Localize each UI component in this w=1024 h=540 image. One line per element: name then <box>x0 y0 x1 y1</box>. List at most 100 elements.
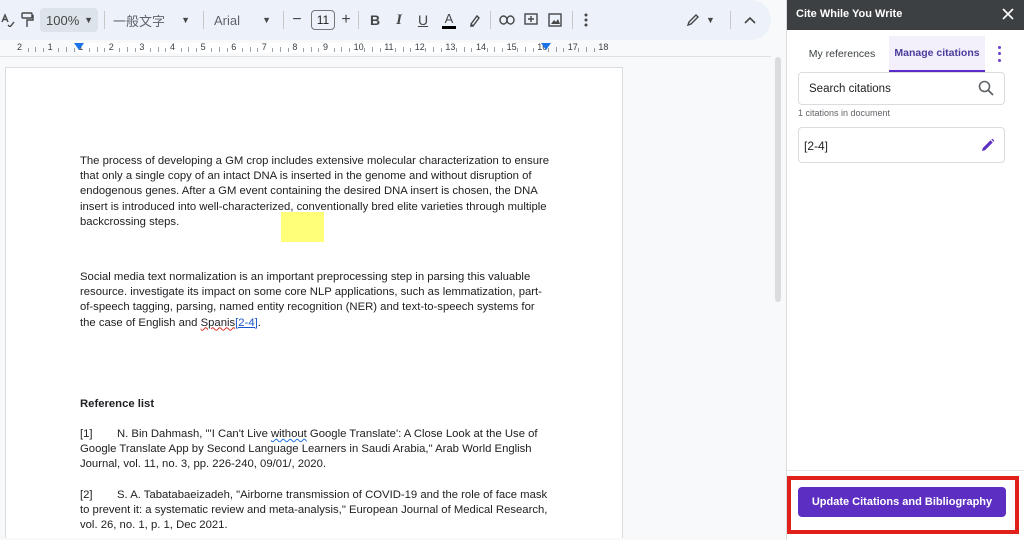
bold-button[interactable]: B <box>366 8 384 32</box>
citation-card[interactable]: [2-4] <box>798 127 1005 163</box>
ruler-tick-mark <box>195 48 197 52</box>
ruler-tick-mark <box>88 48 90 52</box>
ruler-tick-label: 10 <box>353 42 364 52</box>
increase-font-size-button[interactable]: + <box>338 8 354 32</box>
insert-link-icon[interactable] <box>497 8 517 32</box>
tab-manage-citations[interactable]: Manage citations <box>889 36 985 72</box>
editing-mode-button[interactable]: ▼ <box>686 8 720 32</box>
ruler-tick-mark <box>280 47 282 52</box>
tab-my-references[interactable]: My references <box>797 36 887 72</box>
zoom-select[interactable]: 100% ▼ <box>40 8 98 32</box>
font-family-select[interactable]: Arial ▼ <box>214 8 276 32</box>
ruler-tick-mark <box>310 47 312 52</box>
search-icon[interactable] <box>978 80 994 101</box>
ruler-tick-mark <box>379 48 381 52</box>
citation-label: [2-4] <box>804 139 829 153</box>
text-color-button[interactable]: A <box>440 8 458 32</box>
ruler-tick-mark <box>303 48 305 52</box>
more-options-icon[interactable] <box>992 44 1006 64</box>
ruler-tick-mark <box>287 48 289 52</box>
insert-image-icon[interactable] <box>545 8 565 32</box>
body-paragraph[interactable]: Social media text normalization is an im… <box>80 270 550 331</box>
italic-button[interactable]: I <box>391 8 407 32</box>
ruler-tick-mark <box>104 48 106 52</box>
paragraph-text: Social media text normalization is an im… <box>80 271 542 329</box>
toolbar-divider <box>490 11 491 29</box>
ruler-tick-mark <box>456 48 458 52</box>
ruler-tick-label: 17 <box>567 42 578 52</box>
reference-entry[interactable]: [1] N. Bin Dahmash, "'I Can't Live withou… <box>80 427 550 473</box>
ruler-tick-label: 15 <box>506 42 517 52</box>
document-scrollbar[interactable] <box>775 57 781 302</box>
ruler-tick-mark <box>563 48 565 52</box>
chevron-down-icon: ▼ <box>181 15 190 25</box>
toolbar-divider <box>203 11 204 29</box>
ruler-tick-mark <box>27 48 29 52</box>
dot <box>997 52 1001 56</box>
ruler-tick-label: 13 <box>445 42 456 52</box>
close-icon[interactable] <box>1002 7 1014 25</box>
ruler-tick-mark <box>532 48 534 52</box>
toolbar-divider <box>730 11 731 29</box>
ruler-tick-mark <box>494 47 496 52</box>
citation-field[interactable]: [2-4] <box>235 317 258 329</box>
chevron-down-icon: ▼ <box>706 15 715 25</box>
ruler-tick-mark <box>272 48 274 52</box>
ruler-tick-mark <box>249 47 251 52</box>
more-options-icon[interactable] <box>578 8 594 32</box>
ruler-tick-label: 6 <box>231 42 237 52</box>
text-color-letter: A <box>444 10 454 26</box>
paragraph-style-select[interactable]: 一般文字 ▼ <box>113 8 195 32</box>
font-size-input[interactable]: 11 <box>311 10 335 30</box>
update-citations-button[interactable]: Update Citations and Bibliography <box>798 487 1006 517</box>
search-citations-input[interactable]: Search citations <box>798 72 1005 105</box>
paragraph-style-value: 一般文字 <box>113 13 166 29</box>
add-comment-icon[interactable] <box>521 8 541 32</box>
document-page[interactable]: The process of developing a GM crop incl… <box>5 67 623 538</box>
ruler-tick-mark <box>218 47 220 52</box>
highlight-pen-icon[interactable] <box>466 8 484 32</box>
ruler-tick-label: 11 <box>384 42 394 52</box>
misspelled-word[interactable]: Spanis <box>201 317 236 329</box>
ruler-tick-mark <box>348 48 350 52</box>
spellcheck-icon[interactable] <box>0 8 16 32</box>
text-highlight <box>281 212 324 242</box>
ruler-tick-mark <box>211 48 213 52</box>
horizontal-ruler[interactable]: 2 1 1 2 3 4 5 6 7 8 9 10 11 12 13 14 15 16 17 18 <box>0 40 771 57</box>
ruler-tick-mark <box>410 48 412 52</box>
decrease-font-size-button[interactable]: − <box>289 8 305 32</box>
chevron-down-icon: ▼ <box>262 15 271 25</box>
ruler-tick-mark <box>524 47 526 52</box>
ruler-tick-mark <box>555 47 557 52</box>
toolbar-divider <box>358 11 359 29</box>
ruler-tick-label: 2 <box>17 42 23 52</box>
ruler-tick-mark <box>96 47 98 52</box>
ruler-tick-mark <box>318 48 320 52</box>
flagged-word[interactable]: without <box>271 428 307 440</box>
ruler-tick-mark <box>165 48 167 52</box>
ruler-tick-label: 18 <box>598 42 609 52</box>
ruler-tick-label: 2 <box>108 42 114 52</box>
ruler-tick-mark <box>119 48 121 52</box>
left-indent-marker[interactable] <box>74 43 84 50</box>
ruler-tick-mark <box>341 47 343 52</box>
toolbar-divider <box>283 11 284 29</box>
document-canvas: The process of developing a GM crop incl… <box>0 57 786 540</box>
ruler-tick-mark <box>402 47 404 52</box>
collapse-menus-icon[interactable] <box>740 8 760 32</box>
chevron-down-icon: ▼ <box>84 15 93 25</box>
toolbar-divider <box>104 11 105 29</box>
ruler-tick-label: 12 <box>414 42 425 52</box>
panel-title: Cite While You Write <box>796 8 903 20</box>
reference-entry[interactable]: [2] S. A. Tabatabaeizadeh, "Airborne tran… <box>80 488 550 534</box>
ruler-tick-mark <box>257 48 259 52</box>
ruler-tick-mark <box>42 48 44 52</box>
edit-pencil-icon[interactable] <box>981 138 995 157</box>
right-indent-marker[interactable] <box>541 43 551 50</box>
ruler-tick-mark <box>463 47 465 52</box>
paint-format-icon[interactable] <box>17 8 37 32</box>
ruler-tick-mark <box>517 48 519 52</box>
underline-button[interactable]: U <box>415 8 431 32</box>
ruler-tick-mark <box>58 48 60 52</box>
panel-header: Cite While You Write <box>787 0 1024 30</box>
